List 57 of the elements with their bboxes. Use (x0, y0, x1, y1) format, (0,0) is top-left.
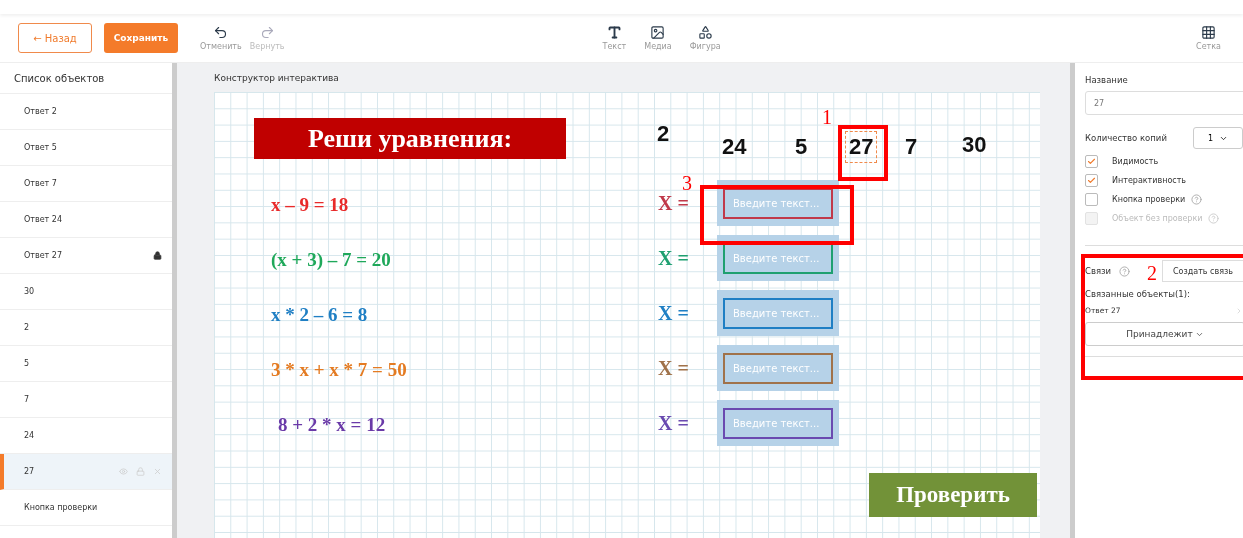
x-equals-label: X = (658, 192, 689, 215)
checkbox-label: Интерактивность (1112, 176, 1187, 185)
x-equals-label: X = (658, 247, 689, 270)
checkbox-label: Видимость (1112, 157, 1159, 166)
copies-select[interactable]: 1 (1193, 127, 1243, 149)
checkbox-label: Кнопка проверки (1112, 195, 1186, 204)
undo-icon (213, 25, 229, 40)
shapes-icon (697, 25, 713, 40)
name-field[interactable]: 27 (1085, 91, 1243, 115)
checkbox[interactable] (1085, 174, 1098, 187)
help-icon[interactable] (1191, 194, 1203, 205)
answer-field[interactable]: Введите текст... (717, 290, 839, 336)
checkbox[interactable] (1085, 193, 1098, 206)
check-button[interactable]: Проверить (869, 473, 1037, 517)
create-link-button[interactable]: Создать связь (1162, 260, 1243, 282)
equation[interactable]: 8 + 2 * x = 12 (278, 414, 386, 436)
chevron-right-icon[interactable] (1235, 306, 1243, 315)
answer-field[interactable]: Введите текст... (717, 400, 839, 446)
canvas-title: Конструктор интерактива (214, 73, 340, 83)
number-tile[interactable]: 30 (959, 130, 990, 160)
answer-field[interactable]: Введите текст... (717, 345, 839, 391)
linked-objects-label: Связанные объекты(1): (1085, 289, 1191, 299)
grid-icon (1201, 25, 1217, 40)
number-tile[interactable]: 5 (792, 132, 811, 162)
lock-icon (153, 251, 162, 260)
x-equals-label: X = (658, 357, 689, 380)
annotation-number: 3 (682, 172, 692, 195)
check-icon (1087, 157, 1096, 166)
redo-icon (259, 25, 275, 40)
check-icon (1087, 176, 1096, 185)
x-equals-label: X = (658, 302, 689, 325)
eye-icon[interactable] (119, 467, 128, 476)
annotation-number: 2 (1147, 262, 1157, 285)
image-icon (650, 25, 666, 40)
equation[interactable]: x * 2 – 6 = 8 (271, 304, 368, 326)
copies-label: Количество копий (1085, 133, 1167, 143)
help-icon[interactable] (1119, 265, 1131, 277)
text-icon (606, 25, 622, 40)
links-label: Связи (1085, 266, 1112, 276)
answer-field[interactable]: Введите текст... (717, 235, 839, 281)
number-tile[interactable]: 7 (902, 132, 921, 162)
number-tile[interactable]: 27 (846, 132, 877, 162)
heading-banner[interactable]: Реши уравнения: (254, 118, 566, 159)
number-tile[interactable]: 2 (654, 119, 673, 149)
name-label: Название (1085, 75, 1129, 85)
object-list-item[interactable]: 27 (0, 454, 172, 490)
lock-icon[interactable] (136, 467, 145, 476)
checkbox-label: Объект без проверки (1112, 214, 1203, 223)
belongs-dropdown[interactable]: Принадлежит (1085, 322, 1243, 346)
answer-field[interactable]: Введите текст... (717, 180, 839, 226)
number-tile[interactable]: 24 (719, 132, 750, 162)
annotation-number: 1 (822, 106, 832, 129)
equation[interactable]: x – 9 = 18 (271, 194, 349, 216)
annotation-frame (838, 125, 888, 181)
checkbox[interactable] (1085, 155, 1098, 168)
x-equals-label: X = (658, 412, 689, 435)
close-icon[interactable] (153, 467, 162, 476)
